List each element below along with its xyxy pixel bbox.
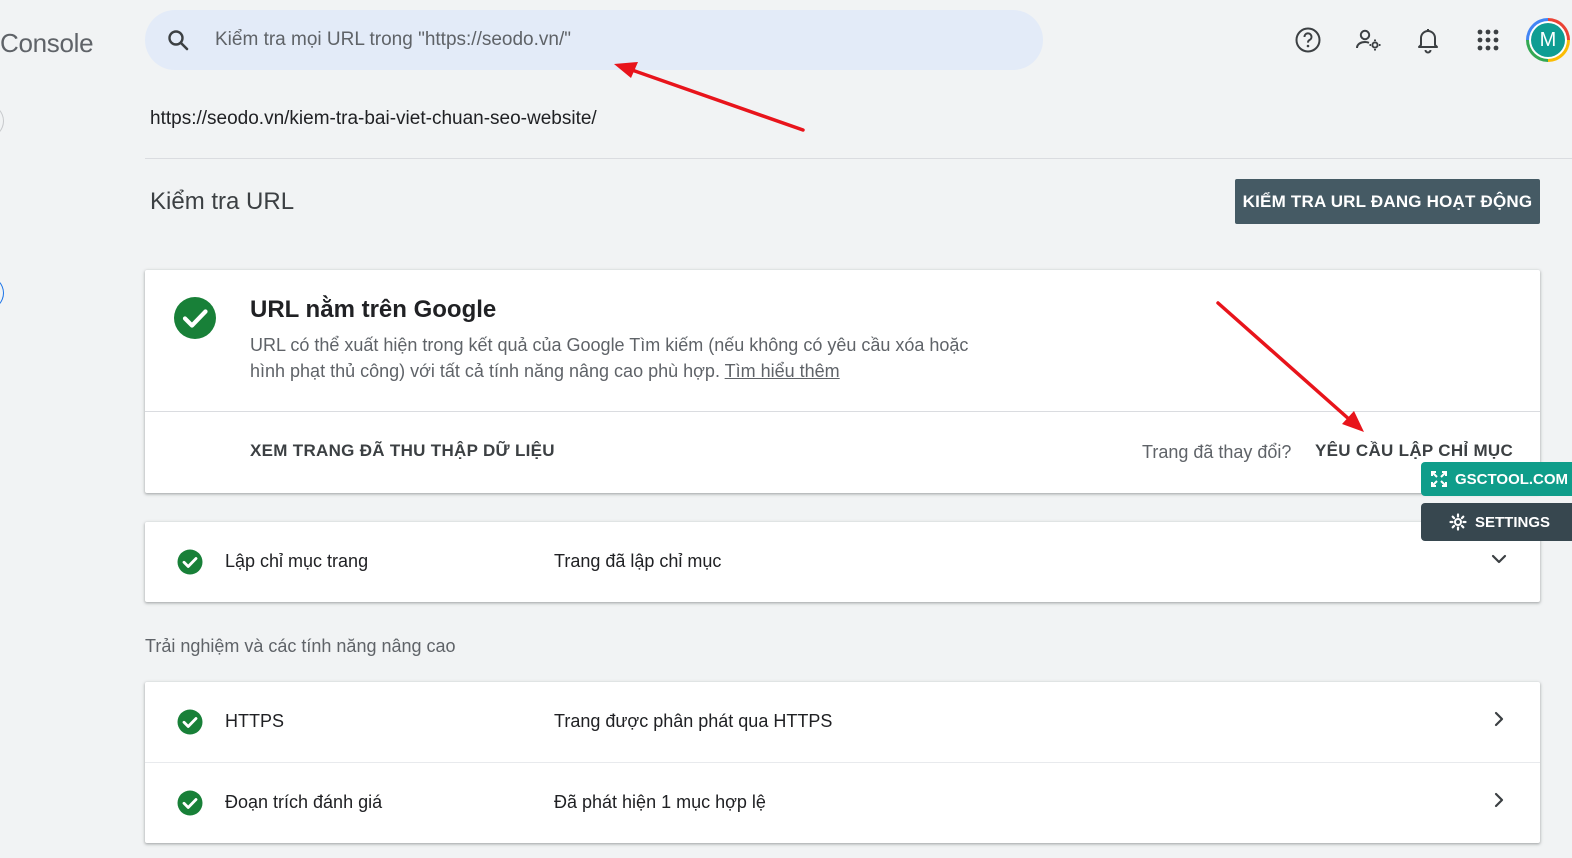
apps-grid-icon[interactable] bbox=[1458, 16, 1518, 64]
settings-button[interactable]: SETTINGS bbox=[1421, 503, 1572, 541]
app-title: Console bbox=[0, 28, 94, 58]
test-live-url-button[interactable]: KIỂM TRA URL ĐANG HOẠT ĐỘNG bbox=[1235, 179, 1540, 224]
page-indexing-row[interactable]: Lập chỉ mục trang Trang đã lập chỉ mục bbox=[145, 522, 1540, 602]
divider bbox=[145, 411, 1540, 412]
expand-icon bbox=[1431, 471, 1447, 487]
list-item[interactable]: HTTPS Trang được phân phát qua HTTPS bbox=[145, 682, 1540, 762]
page-indexing-card: Lập chỉ mục trang Trang đã lập chỉ mục bbox=[145, 522, 1540, 602]
header-actions: M bbox=[1278, 16, 1572, 64]
gear-icon bbox=[1449, 513, 1467, 531]
inspected-url: https://seodo.vn/kiem-tra-bai-viet-chuan… bbox=[150, 108, 597, 129]
search-icon bbox=[165, 27, 191, 53]
check-circle-icon bbox=[177, 549, 203, 580]
settings-label: SETTINGS bbox=[1475, 513, 1551, 531]
request-indexing-button[interactable]: YÊU CẦU LẬP CHỈ MỤC bbox=[1315, 441, 1513, 461]
divider bbox=[145, 158, 1572, 159]
chevron-right-icon[interactable] bbox=[1490, 791, 1508, 814]
status-title: URL nằm trên Google bbox=[250, 296, 497, 323]
help-icon[interactable] bbox=[1278, 16, 1338, 64]
manage-users-icon[interactable] bbox=[1338, 16, 1398, 64]
enhancements-heading: Trải nghiệm và các tính năng nâng cao bbox=[145, 636, 456, 656]
sidebar-toggle-button[interactable] bbox=[0, 104, 4, 138]
check-circle-icon bbox=[173, 296, 217, 345]
account-avatar[interactable]: M bbox=[1526, 18, 1570, 62]
chevron-down-icon[interactable] bbox=[1490, 550, 1508, 573]
arrow-to-search bbox=[614, 62, 805, 132]
notifications-bell-icon[interactable] bbox=[1398, 16, 1458, 64]
row-value: Đã phát hiện 1 mục hợp lệ bbox=[554, 792, 766, 812]
index-status-card: URL nằm trên Google URL có thể xuất hiện… bbox=[145, 270, 1540, 493]
status-description-text: URL có thể xuất hiện trong kết quả của G… bbox=[250, 335, 969, 381]
url-inspection-search[interactable]: Kiểm tra mọi URL trong "https://seodo.vn… bbox=[145, 10, 1043, 70]
list-item[interactable]: Đoạn trích đánh giá Đã phát hiện 1 mục h… bbox=[145, 763, 1540, 843]
row-value: Trang được phân phát qua HTTPS bbox=[554, 711, 833, 731]
search-console-page: Console Kiểm tra mọi URL trong "https://… bbox=[0, 0, 1572, 858]
check-circle-icon bbox=[177, 709, 203, 740]
row-label: Lập chỉ mục trang bbox=[225, 551, 369, 571]
page-changed-question: Trang đã thay đổi? bbox=[1142, 442, 1292, 462]
search-input[interactable]: Kiểm tra mọi URL trong "https://seodo.vn… bbox=[215, 29, 571, 51]
status-description: URL có thể xuất hiện trong kết quả của G… bbox=[250, 332, 970, 384]
enhancements-card: HTTPS Trang được phân phát qua HTTPS Đoạ… bbox=[145, 682, 1540, 843]
learn-more-link[interactable]: Tìm hiểu thêm bbox=[725, 361, 840, 381]
gsctool-label: GSCTOOL.COM bbox=[1455, 470, 1569, 488]
row-label: Đoạn trích đánh giá bbox=[225, 792, 383, 812]
chevron-right-icon[interactable] bbox=[1490, 710, 1508, 733]
row-value: Trang đã lập chỉ mục bbox=[554, 551, 722, 571]
check-circle-icon bbox=[177, 790, 203, 821]
row-label: HTTPS bbox=[225, 711, 285, 731]
gsctool-button[interactable]: GSCTOOL.COM bbox=[1421, 462, 1572, 496]
avatar-letter: M bbox=[1531, 23, 1565, 57]
sidebar-active-item[interactable] bbox=[0, 276, 4, 310]
page-title: Kiểm tra URL bbox=[150, 188, 295, 215]
view-crawled-page-button[interactable]: XEM TRANG ĐÃ THU THẬP DỮ LIỆU bbox=[250, 441, 555, 461]
